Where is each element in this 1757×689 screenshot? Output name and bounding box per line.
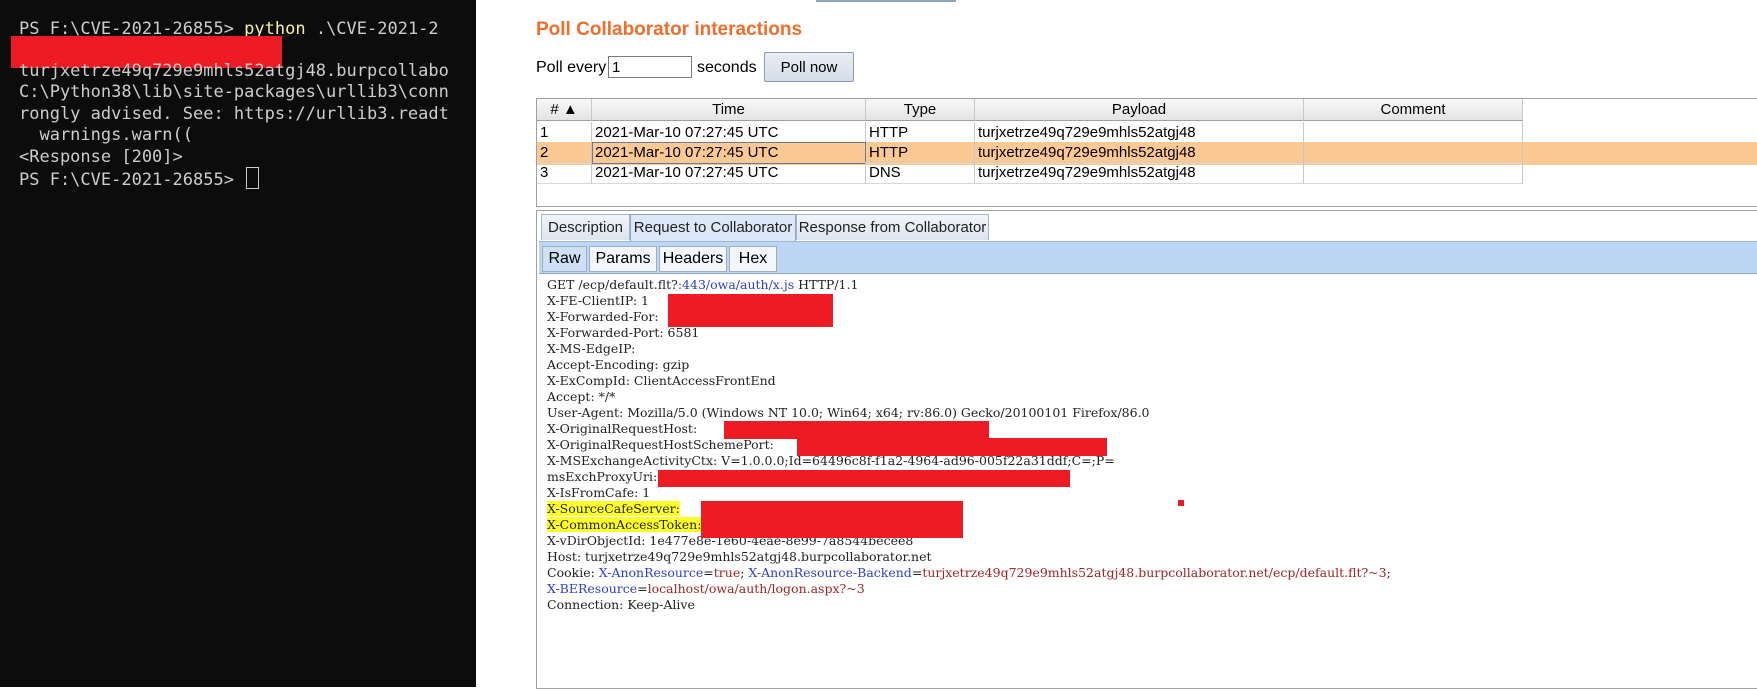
cell-time: 2021-Mar-10 07:27:45 UTC — [592, 142, 866, 164]
cookie-equals: = — [703, 565, 714, 580]
header-line: X-MS-EdgeIP: — [547, 341, 636, 356]
highlighted-header-name: X-CommonAccessToken: — [547, 517, 702, 532]
header-line: X-Forwarded-For: — [547, 309, 659, 324]
cell-type: HTTP — [866, 122, 975, 144]
raw-request-editor[interactable]: GET /ecp/default.flt?:443/owa/auth/x.js … — [539, 273, 1757, 688]
cookie-equals: = — [911, 565, 923, 580]
cookie-name: X-AnonResource-Backend — [748, 565, 912, 580]
header-line: X-IsFromCafe: 1 — [547, 485, 651, 500]
terminal-window[interactable]: PS F:\CVE-2021-26855> python .\CVE-2021-… — [0, 0, 476, 687]
terminal-prompt: PS F:\CVE-2021-26855> — [19, 170, 245, 190]
page-title: Poll Collaborator interactions — [536, 19, 803, 40]
cookie-name: X-AnonResource — [598, 565, 704, 580]
terminal-line-output: warnings.warn(( — [19, 125, 193, 145]
header-line-highlighted: X-SourceCafeServer: — [547, 501, 680, 517]
request-method-path: GET /ecp/default.flt? — [547, 277, 678, 292]
table-row[interactable]: 3 2021-Mar-10 07:27:45 UTC DNS turjxetrz… — [537, 162, 1757, 185]
header-line-highlighted: X-CommonAccessToken: — [547, 517, 702, 533]
interaction-detail-panel: Description Request to Collaborator Resp… — [536, 210, 1757, 689]
terminal-line-output: C:\Python38\lib\site-packages\urllib3\co… — [19, 82, 449, 102]
header-line: X-ExCompId: ClientAccessFrontEnd — [547, 373, 776, 388]
cell-time: 2021-Mar-10 07:27:45 UTC — [592, 122, 866, 144]
cookie-value: true — [713, 565, 741, 580]
terminal-line-prompt[interactable]: PS F:\CVE-2021-26855> — [19, 167, 260, 191]
subtab-params[interactable]: Params — [589, 246, 657, 272]
column-header-type[interactable]: Type — [866, 99, 975, 121]
cookie-label: Cookie: — [547, 565, 599, 580]
column-header-number[interactable]: # ▲ — [537, 99, 592, 121]
request-line: GET /ecp/default.flt?:443/owa/auth/x.js … — [547, 277, 858, 293]
poll-now-button[interactable]: Poll now — [764, 52, 854, 82]
highlighted-header-name: X-SourceCafeServer: — [547, 501, 680, 516]
request-path-highlight: :443/owa/auth/x.js — [677, 277, 795, 292]
cookie-separator: ; — [1386, 565, 1391, 580]
burp-collaborator-panel: Poll Collaborator interactions Poll ever… — [476, 0, 1757, 689]
header-line: X-FE-ClientIP: 1 — [547, 293, 650, 308]
cell-payload: turjxetrze49q729e9mhls52atgj48 — [975, 142, 1304, 164]
header-line: Accept: */* — [547, 389, 616, 404]
column-header-payload[interactable]: Payload — [975, 99, 1304, 121]
tab-response-from-collaborator[interactable]: Response from Collaborator — [796, 214, 989, 240]
terminal-command-args: .\CVE-2021-2 — [305, 19, 439, 39]
redaction-block — [724, 421, 989, 439]
cookie-name: X-BEResource — [547, 581, 638, 596]
cell-number: 3 — [537, 162, 592, 184]
message-view-toolbar: Raw Params Headers Hex — [539, 241, 1757, 273]
redaction-block — [701, 501, 963, 538]
header-line: Connection: Keep-Alive — [547, 597, 695, 612]
poll-interval-input[interactable] — [608, 56, 692, 78]
subtab-headers[interactable]: Headers — [659, 246, 727, 272]
cell-number: 2 — [537, 142, 592, 164]
terminal-line-output: <Response [200]> — [19, 147, 183, 167]
header-line: msExchProxyUri: — [547, 469, 658, 484]
redaction-block — [658, 470, 1070, 487]
cookie-value: localhost/owa/auth/logon.aspx?~3 — [647, 581, 865, 596]
redaction-block — [797, 438, 1107, 456]
cell-type: DNS — [866, 162, 975, 184]
cookie-value: turjxetrze49q729e9mhls52atgj48.burpcolla… — [922, 565, 1387, 580]
cell-type: HTTP — [866, 142, 975, 164]
redaction-dot — [1178, 500, 1184, 506]
header-line: X-OriginalRequestHostSchemePort: — [547, 437, 774, 452]
cell-payload: turjxetrze49q729e9mhls52atgj48 — [975, 162, 1304, 184]
top-scroll-edge — [816, 0, 956, 2]
header-line: X-OriginalRequestHost: — [547, 421, 698, 436]
cookie-header-line-continued: X-BEResource=localhost/owa/auth/logon.as… — [547, 581, 865, 597]
cell-payload: turjxetrze49q729e9mhls52atgj48 — [975, 122, 1304, 144]
tab-description[interactable]: Description — [541, 214, 630, 240]
subtab-raw[interactable]: Raw — [542, 246, 587, 272]
cell-comment[interactable] — [1304, 162, 1523, 184]
cell-number: 1 — [537, 122, 592, 144]
cell-time: 2021-Mar-10 07:27:45 UTC — [592, 162, 866, 184]
header-line: Host: turjxetrze49q729e9mhls52atgj48.bur… — [547, 549, 932, 564]
column-header-time[interactable]: Time — [592, 99, 866, 121]
header-line: Accept-Encoding: gzip — [547, 357, 690, 372]
header-line: User-Agent: Mozilla/5.0 (Windows NT 10.0… — [547, 405, 1150, 420]
terminal-line-output: turjxetrze49q729e9mhls52atgj48.burpcolla… — [19, 61, 449, 81]
request-protocol: HTTP/1.1 — [794, 277, 859, 292]
cookie-header-line: Cookie: X-AnonResource=true; X-AnonResou… — [547, 565, 1391, 581]
column-header-comment[interactable]: Comment — [1304, 99, 1523, 121]
header-line: X-Forwarded-Port: 6581 — [547, 325, 700, 340]
seconds-label: seconds — [697, 59, 757, 76]
cell-comment[interactable] — [1304, 142, 1523, 164]
terminal-line-output: rongly advised. See: https://urllib3.rea… — [19, 104, 449, 124]
terminal-cursor — [246, 167, 260, 189]
redaction-block — [668, 294, 833, 327]
cell-comment[interactable] — [1304, 122, 1523, 144]
tab-request-to-collaborator[interactable]: Request to Collaborator — [630, 214, 796, 241]
subtab-hex[interactable]: Hex — [729, 246, 777, 272]
interactions-table: # ▲ Time Type Payload Comment 1 2021-Mar… — [536, 98, 1757, 207]
cookie-equals: = — [637, 581, 648, 596]
poll-every-label: Poll every — [536, 59, 607, 76]
table-header-row: # ▲ Time Type Payload Comment — [537, 99, 1757, 122]
